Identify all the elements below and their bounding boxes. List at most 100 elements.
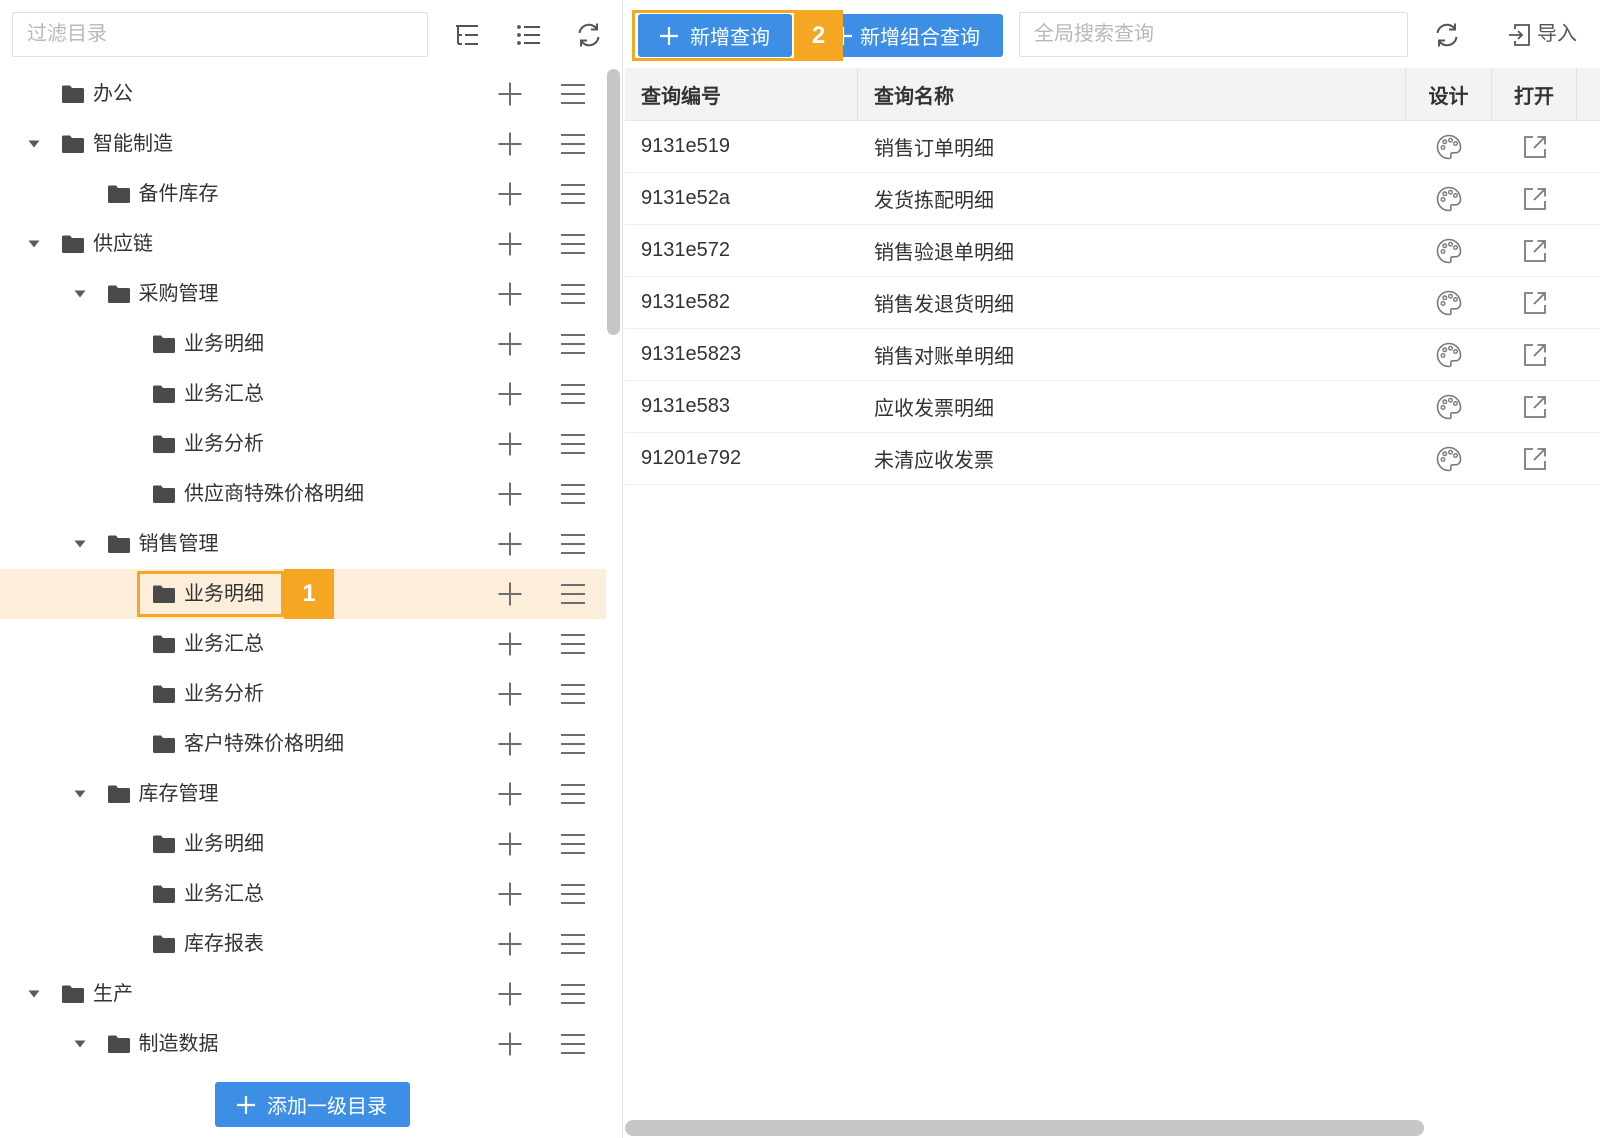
menu-icon[interactable] (560, 833, 586, 855)
query-name-cell[interactable]: 销售验退单明细 (858, 225, 1406, 276)
palette-icon[interactable] (1435, 289, 1463, 317)
plus-icon[interactable] (497, 631, 523, 657)
plus-icon[interactable] (497, 981, 523, 1007)
palette-icon[interactable] (1435, 445, 1463, 473)
menu-icon[interactable] (560, 383, 586, 405)
menu-icon[interactable] (560, 133, 586, 155)
query-name-cell[interactable]: 销售发退货明细 (858, 277, 1406, 328)
tree-node[interactable]: 销售管理 (0, 519, 606, 569)
menu-icon[interactable] (560, 533, 586, 555)
plus-icon[interactable] (497, 931, 523, 957)
filter-directory-input[interactable] (12, 12, 428, 57)
plus-icon[interactable] (497, 881, 523, 907)
palette-icon[interactable] (1435, 185, 1463, 213)
external-link-icon[interactable] (1521, 393, 1549, 421)
table-row[interactable]: 9131e572 销售验退单明细 (625, 225, 1600, 277)
plus-icon[interactable] (497, 131, 523, 157)
plus-icon[interactable] (497, 531, 523, 557)
tree-node[interactable]: 采购管理 (0, 269, 606, 319)
palette-icon[interactable] (1435, 133, 1463, 161)
plus-icon[interactable] (497, 831, 523, 857)
menu-icon[interactable] (560, 233, 586, 255)
table-row[interactable]: 9131e52a 发货拣配明细 (625, 173, 1600, 225)
sidebar-scrollbar-thumb[interactable] (607, 69, 620, 335)
tree-node[interactable]: 办公 (0, 69, 606, 119)
palette-icon[interactable] (1435, 341, 1463, 369)
tree-node[interactable]: 业务明细 (0, 319, 606, 369)
caret-down-icon[interactable] (28, 990, 40, 998)
plus-icon[interactable] (497, 681, 523, 707)
plus-icon[interactable] (497, 331, 523, 357)
query-name-cell[interactable]: 销售订单明细 (858, 121, 1406, 172)
new-combined-query-button[interactable]: 新增组合查询 (824, 14, 1003, 57)
table-row[interactable]: 9131e583 应收发票明细 (625, 381, 1600, 433)
caret-down-icon[interactable] (28, 140, 40, 148)
table-row[interactable]: 9131e582 销售发退货明细 (625, 277, 1600, 329)
menu-icon[interactable] (560, 983, 586, 1005)
tree-node[interactable]: 供应链 (0, 219, 606, 269)
plus-icon[interactable] (497, 181, 523, 207)
palette-icon[interactable] (1435, 237, 1463, 265)
import-icon[interactable] (1506, 22, 1532, 48)
import-button-label[interactable]: 导入 (1537, 12, 1577, 57)
plus-icon[interactable] (497, 381, 523, 407)
query-name-cell[interactable]: 未清应收发票 (858, 433, 1406, 484)
tree-view-icon[interactable] (453, 21, 481, 49)
menu-icon[interactable] (560, 683, 586, 705)
external-link-icon[interactable] (1521, 445, 1549, 473)
caret-down-icon[interactable] (74, 790, 86, 798)
table-horizontal-scrollbar-thumb[interactable] (625, 1120, 1424, 1136)
tree-node[interactable]: 制造数据 (0, 1019, 606, 1069)
menu-icon[interactable] (560, 433, 586, 455)
plus-icon[interactable] (497, 781, 523, 807)
menu-icon[interactable] (560, 283, 586, 305)
plus-icon[interactable] (497, 481, 523, 507)
menu-icon[interactable] (560, 733, 586, 755)
menu-icon[interactable] (560, 783, 586, 805)
plus-icon[interactable] (497, 431, 523, 457)
palette-icon[interactable] (1435, 393, 1463, 421)
tree-node[interactable]: 客户特殊价格明细 (0, 719, 606, 769)
caret-down-icon[interactable] (74, 1040, 86, 1048)
caret-down-icon[interactable] (28, 240, 40, 248)
external-link-icon[interactable] (1521, 133, 1549, 161)
query-name-cell[interactable]: 销售对账单明细 (858, 329, 1406, 380)
plus-icon[interactable] (497, 1031, 523, 1057)
menu-icon[interactable] (560, 633, 586, 655)
plus-icon[interactable] (497, 281, 523, 307)
tree-node[interactable]: 库存管理 (0, 769, 606, 819)
menu-icon[interactable] (560, 933, 586, 955)
external-link-icon[interactable] (1521, 185, 1549, 213)
menu-icon[interactable] (560, 333, 586, 355)
caret-down-icon[interactable] (74, 540, 86, 548)
external-link-icon[interactable] (1521, 341, 1549, 369)
tree-node[interactable]: 业务汇总 (0, 369, 606, 419)
menu-icon[interactable] (560, 483, 586, 505)
tree-node[interactable]: 智能制造 (0, 119, 606, 169)
caret-down-icon[interactable] (74, 290, 86, 298)
tree-node[interactable]: 业务汇总 (0, 619, 606, 669)
tree-node[interactable]: 生产 (0, 969, 606, 1019)
tree-node[interactable]: 备件库存 (0, 169, 606, 219)
tree-node[interactable]: 业务分析 (0, 669, 606, 719)
menu-icon[interactable] (560, 83, 586, 105)
plus-icon[interactable] (497, 81, 523, 107)
refresh-icon[interactable] (1433, 21, 1461, 49)
plus-icon[interactable] (497, 231, 523, 257)
table-row[interactable]: 9131e519 销售订单明细 (625, 121, 1600, 173)
global-search-input[interactable] (1019, 12, 1408, 57)
tree-node[interactable]: 供应商特殊价格明细 (0, 469, 606, 519)
add-root-directory-button[interactable]: 添加一级目录 (215, 1082, 410, 1127)
query-name-cell[interactable]: 应收发票明细 (858, 381, 1406, 432)
tree-node[interactable]: 业务汇总 (0, 869, 606, 919)
panel-divider[interactable] (622, 0, 623, 1138)
tree-node[interactable]: 业务分析 (0, 419, 606, 469)
menu-icon[interactable] (560, 883, 586, 905)
query-name-cell[interactable]: 发货拣配明细 (858, 173, 1406, 224)
tree-node[interactable]: 业务明细 (0, 819, 606, 869)
table-row[interactable]: 91201e792 未清应收发票 (625, 433, 1600, 485)
menu-icon[interactable] (560, 183, 586, 205)
menu-icon[interactable] (560, 583, 586, 605)
plus-icon[interactable] (497, 731, 523, 757)
tree-node[interactable]: 库存报表 (0, 919, 606, 969)
